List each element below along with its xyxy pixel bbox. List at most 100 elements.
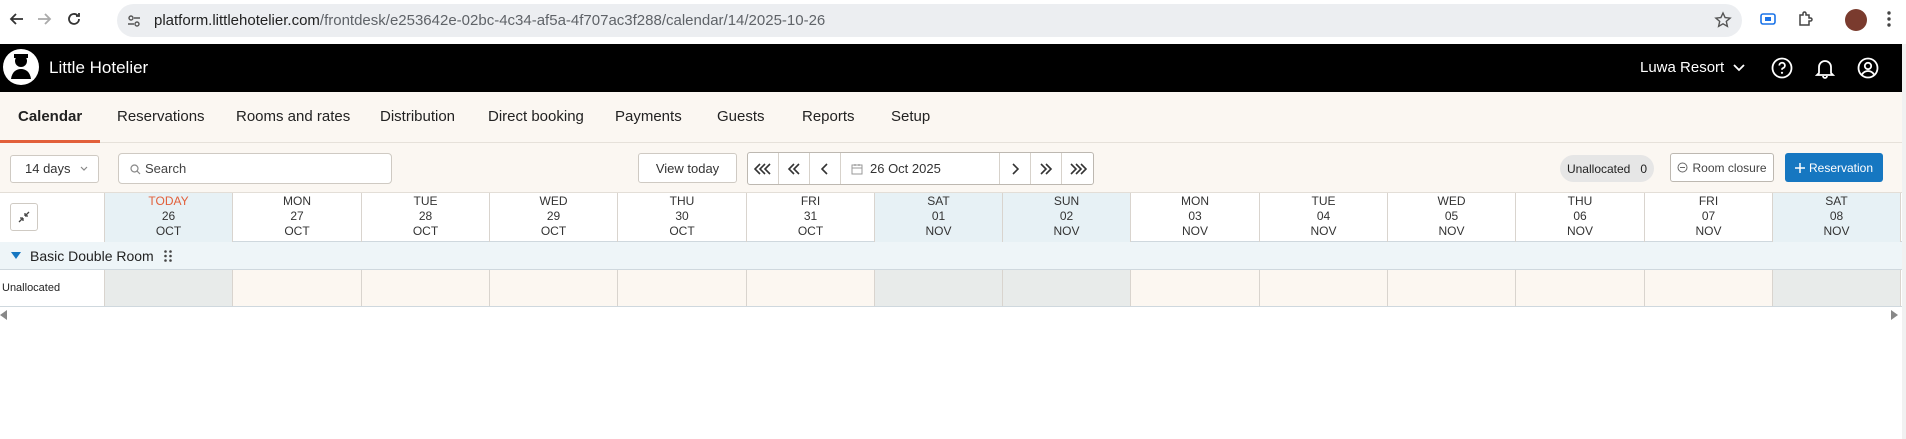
- calendar-cell[interactable]: [105, 270, 233, 306]
- tab-rooms-and-rates[interactable]: Rooms and rates: [236, 92, 350, 143]
- day-column-header[interactable]: SAT 08 NOV: [1773, 193, 1901, 242]
- profile-avatar[interactable]: [1845, 9, 1867, 31]
- day-dow: MON: [1181, 194, 1209, 208]
- calendar-cell[interactable]: [618, 270, 747, 306]
- day-month: OCT: [540, 224, 567, 238]
- tab-guests[interactable]: Guests: [717, 92, 765, 143]
- user-account-icon[interactable]: [1856, 56, 1880, 80]
- collapse-rows-button[interactable]: [10, 203, 38, 231]
- calendar-cell[interactable]: [1773, 270, 1901, 306]
- day-column-header[interactable]: TUE 28 OCT: [362, 193, 490, 242]
- day-day: 02: [1059, 209, 1074, 223]
- day-column-header[interactable]: THU 06 NOV: [1516, 193, 1645, 242]
- day-month: NOV: [1310, 224, 1337, 238]
- calendar-header: TODAY 26 OCT MON 27 OCT TUE 28 OCT WED 29 OCT THU 30 O…: [0, 192, 1902, 242]
- jump-back-icon[interactable]: [779, 153, 810, 184]
- day-day: 03: [1188, 209, 1202, 223]
- back-arrow-icon[interactable]: [7, 9, 27, 29]
- day-day: 26: [161, 209, 176, 223]
- room-closure-label: Room closure: [1692, 160, 1767, 175]
- tab-distribution[interactable]: Distribution: [380, 92, 455, 143]
- day-month: NOV: [1181, 224, 1208, 238]
- help-icon[interactable]: [1770, 56, 1794, 80]
- day-column-header[interactable]: SUN 02 NOV: [1003, 193, 1131, 242]
- property-selector[interactable]: Luwa Resort: [1640, 59, 1746, 76]
- forward-arrow-icon[interactable]: [34, 9, 54, 29]
- bell-icon[interactable]: [1813, 56, 1837, 80]
- unallocated-badge[interactable]: Unallocated 0: [1560, 155, 1654, 182]
- drag-handle-icon[interactable]: [163, 249, 173, 263]
- tab-reservations[interactable]: Reservations: [117, 92, 205, 143]
- day-column-header[interactable]: WED 29 OCT: [490, 193, 618, 242]
- reload-icon[interactable]: [64, 9, 84, 29]
- day-day: 30: [675, 209, 689, 223]
- day-day: 06: [1573, 209, 1587, 223]
- tab-direct-booking[interactable]: Direct booking: [488, 92, 584, 143]
- tab-payments[interactable]: Payments: [615, 92, 682, 143]
- jump-forward-icon[interactable]: [1031, 153, 1062, 184]
- day-column-header[interactable]: THU 30 OCT: [618, 193, 747, 242]
- view-today-button[interactable]: View today: [638, 153, 737, 183]
- search-box[interactable]: [118, 153, 392, 184]
- extension-icon[interactable]: [1758, 9, 1778, 29]
- room-closure-button[interactable]: Room closure: [1670, 153, 1774, 182]
- day-day: 29: [546, 209, 561, 223]
- brand-name: Little Hotelier: [49, 58, 149, 77]
- calendar-cell[interactable]: [1260, 270, 1388, 306]
- vertical-scrollbar[interactable]: [1902, 44, 1906, 439]
- day-column-header[interactable]: MON 03 NOV: [1131, 193, 1260, 242]
- address-bar[interactable]: platform.littlehotelier.com/frontdesk/e2…: [117, 4, 1742, 37]
- day-column-header[interactable]: MON 27 OCT: [233, 193, 362, 242]
- day-dow: TUE: [413, 194, 438, 208]
- calendar-cell[interactable]: [1516, 270, 1645, 306]
- horizontal-scrollbar[interactable]: [0, 310, 1902, 322]
- tab-calendar[interactable]: Calendar: [0, 92, 101, 143]
- jump-back-far-icon[interactable]: [748, 153, 779, 184]
- tab-reports[interactable]: Reports: [802, 92, 855, 143]
- plus-icon: [1794, 162, 1805, 173]
- calendar-cell[interactable]: [490, 270, 618, 306]
- day-month: OCT: [797, 224, 824, 238]
- calendar-cell[interactable]: [233, 270, 362, 306]
- scroll-left-icon[interactable]: [0, 310, 8, 320]
- day-column-header[interactable]: FRI 07 NOV: [1645, 193, 1773, 242]
- calendar-cell[interactable]: [1645, 270, 1773, 306]
- site-settings-icon[interactable]: [126, 13, 142, 29]
- room-type-name: Basic Double Room: [30, 248, 154, 264]
- day-dow: WED: [1437, 194, 1466, 208]
- calendar-toolbar: 14 days View today 26 Oct 2025 Unall: [0, 143, 1902, 192]
- little-hotelier-logo[interactable]: [3, 49, 39, 85]
- day-column-header[interactable]: WED 05 NOV: [1388, 193, 1516, 242]
- calendar-cell[interactable]: [1003, 270, 1131, 306]
- browser-menu-icon[interactable]: [1879, 9, 1899, 29]
- unallocated-count: 0: [1640, 161, 1648, 176]
- new-reservation-button[interactable]: Reservation: [1785, 153, 1883, 182]
- previous-day-icon[interactable]: [810, 153, 841, 184]
- next-day-icon[interactable]: [1000, 153, 1031, 184]
- day-month: OCT: [669, 224, 695, 238]
- days-range-select[interactable]: 14 days: [10, 155, 99, 183]
- calendar-cell[interactable]: [747, 270, 875, 306]
- calendar-cell[interactable]: [1131, 270, 1260, 306]
- puzzle-extensions-icon[interactable]: [1795, 9, 1815, 29]
- search-input[interactable]: [145, 154, 385, 183]
- date-navigation: 26 Oct 2025: [747, 152, 1094, 185]
- day-column-header[interactable]: SAT 01 NOV: [875, 193, 1003, 242]
- url-text: platform.littlehotelier.com/frontdesk/e2…: [154, 12, 826, 29]
- day-month: OCT: [155, 224, 182, 238]
- tab-setup[interactable]: Setup: [891, 92, 930, 143]
- calendar-cell[interactable]: [1388, 270, 1516, 306]
- room-type-group[interactable]: Basic Double Room: [0, 242, 1902, 270]
- date-picker[interactable]: 26 Oct 2025: [841, 153, 1000, 184]
- day-column-header[interactable]: TUE 04 NOV: [1260, 193, 1388, 242]
- expand-triangle-icon[interactable]: [11, 252, 21, 259]
- day-month: NOV: [1566, 224, 1593, 238]
- bookmark-star-icon[interactable]: [1714, 11, 1732, 29]
- day-column-header[interactable]: FRI 31 OCT: [747, 193, 875, 242]
- day-column-header[interactable]: TODAY 26 OCT: [105, 193, 233, 242]
- day-day: 08: [1829, 209, 1844, 223]
- calendar-cell[interactable]: [875, 270, 1003, 306]
- jump-forward-far-icon[interactable]: [1062, 153, 1093, 184]
- scroll-right-icon[interactable]: [1890, 310, 1898, 320]
- calendar-cell[interactable]: [362, 270, 490, 306]
